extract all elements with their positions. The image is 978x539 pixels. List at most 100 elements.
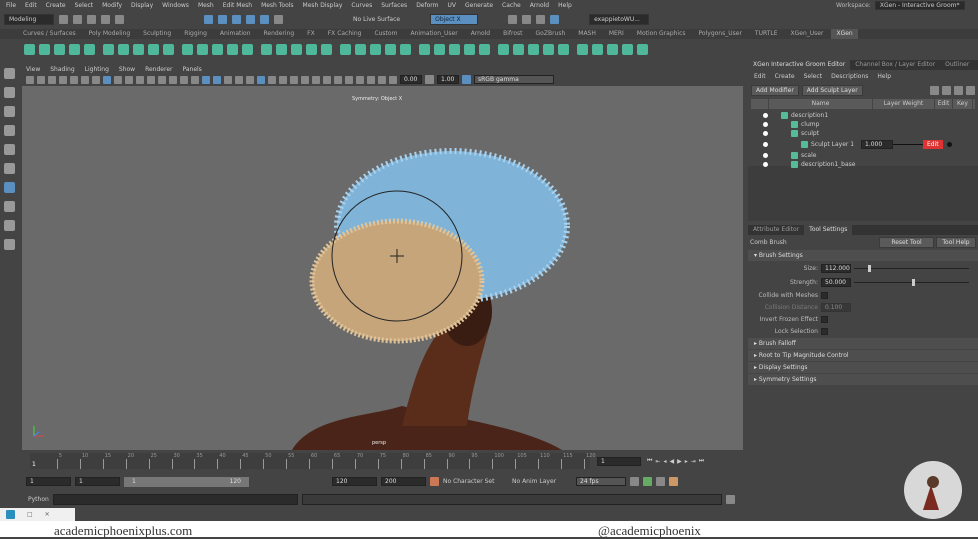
xgen-shelf-tool-icon[interactable]: [592, 43, 603, 55]
menu-edit[interactable]: Edit: [25, 2, 37, 9]
move-down-icon[interactable]: [942, 85, 951, 95]
viewport-tool-icon[interactable]: [257, 75, 265, 84]
xgen-shelf-tool-icon[interactable]: [163, 43, 174, 55]
redo-icon[interactable]: [115, 14, 124, 24]
visibility-toggle[interactable]: [763, 113, 768, 118]
playback-end-field[interactable]: 120: [332, 477, 377, 486]
shelf-tab[interactable]: Custom: [369, 29, 402, 39]
auto-key-icon[interactable]: [430, 477, 439, 486]
3d-viewport[interactable]: Symmetry: Object X persp: [22, 86, 743, 450]
shelf-tab[interactable]: Animation: [215, 29, 256, 39]
shelf-tab[interactable]: Motion Graphics: [632, 29, 691, 39]
shelf-tab[interactable]: Arnold: [466, 29, 495, 39]
workspace-selector[interactable]: Workspace: XGen - Interactive Groom*: [836, 1, 965, 10]
viewport-tool-icon[interactable]: [147, 75, 155, 84]
gamma-field[interactable]: 1.00: [437, 75, 459, 84]
viewport-menu-panels[interactable]: Panels: [182, 66, 201, 73]
menu-deform[interactable]: Deform: [416, 2, 438, 9]
animation-end-field[interactable]: 200: [381, 477, 426, 486]
sound-icon[interactable]: [643, 477, 652, 486]
menu-edit-mesh[interactable]: Edit Mesh: [223, 2, 252, 9]
undo-icon[interactable]: [101, 14, 110, 24]
snap-curve-icon[interactable]: [232, 14, 241, 24]
viewport-tool-icon[interactable]: [191, 75, 199, 84]
select-mode-icon[interactable]: [204, 14, 213, 24]
viewport-tool-icon[interactable]: [290, 75, 298, 84]
xgen-shelf-tool-icon[interactable]: [197, 43, 208, 55]
xgen-shelf-tool-icon[interactable]: [607, 43, 618, 55]
exposure-field[interactable]: 0.00: [400, 75, 422, 84]
animation-start-field[interactable]: 1: [26, 477, 71, 486]
shelf-tab[interactable]: Poly Modeling: [84, 29, 136, 39]
viewport-menu-renderer[interactable]: Renderer: [145, 66, 172, 73]
viewport-tool-icon[interactable]: [389, 75, 397, 84]
groom-menu-item[interactable]: Select: [804, 73, 823, 80]
select-tool-icon[interactable]: [4, 68, 15, 79]
script-editor-icon[interactable]: [725, 495, 735, 504]
shelf-tab[interactable]: Polygons_User: [694, 29, 747, 39]
viewport-tool-icon[interactable]: [37, 75, 45, 84]
xgen-shelf-tool-icon[interactable]: [261, 43, 272, 55]
menu-generate[interactable]: Generate: [465, 2, 493, 9]
collide-checkbox[interactable]: [821, 291, 828, 299]
xgen-shelf-tool-icon[interactable]: [340, 43, 351, 55]
viewport-tool-icon[interactable]: [48, 75, 56, 84]
menu-windows[interactable]: Windows: [162, 2, 189, 9]
viewport-tool-icon[interactable]: [334, 75, 342, 84]
collapsed-section[interactable]: ▸ Symmetry Settings: [748, 374, 978, 385]
viewport-tool-icon[interactable]: [224, 75, 232, 84]
python-label[interactable]: Python: [28, 496, 49, 503]
scale-tool-icon[interactable]: [4, 163, 15, 174]
viewport-tool-icon[interactable]: [59, 75, 67, 84]
shelf-tab[interactable]: FX: [302, 29, 320, 39]
render-icon[interactable]: [508, 14, 518, 24]
range-slider[interactable]: 1 120: [124, 476, 249, 487]
play-backward-icon[interactable]: ◀: [669, 458, 674, 465]
viewport-tool-icon[interactable]: [136, 75, 144, 84]
xgen-shelf-tool-icon[interactable]: [276, 43, 287, 55]
menu-file[interactable]: File: [6, 2, 16, 9]
menu-help[interactable]: Help: [558, 2, 572, 9]
xgen-shelf-tool-icon[interactable]: [419, 43, 430, 55]
maximize-icon[interactable]: □: [27, 511, 33, 518]
step-back-key-icon[interactable]: ⇤: [655, 458, 660, 465]
tree-node[interactable]: clump: [751, 120, 975, 129]
viewport-tool-icon[interactable]: [323, 75, 331, 84]
brush-settings-section[interactable]: ▾ Brush Settings: [748, 250, 978, 261]
live-surface-label[interactable]: No Live Surface: [353, 16, 400, 23]
user-account-dropdown[interactable]: exappietoWU...: [589, 13, 650, 25]
viewport-tool-icon[interactable]: [279, 75, 287, 84]
xgen-shelf-tool-icon[interactable]: [513, 43, 524, 55]
tab-tool-settings[interactable]: Attribute Editor: [748, 225, 804, 235]
save-scene-icon[interactable]: [87, 14, 96, 24]
xgen-shelf-tool-icon[interactable]: [103, 43, 114, 55]
size-field[interactable]: 112.000: [821, 263, 851, 273]
tree-node[interactable]: Sculpt Layer 1 1.000 Edit: [751, 138, 975, 151]
layer-weight-field[interactable]: 1.000: [861, 140, 893, 149]
rotate-tool-icon[interactable]: [4, 144, 15, 155]
tree-node[interactable]: scale: [751, 151, 975, 160]
xgen-shelf-tool-icon[interactable]: [622, 43, 633, 55]
viewport-tool-icon[interactable]: [81, 75, 89, 84]
xgen-shelf-tool-icon[interactable]: [24, 43, 35, 55]
move-up-icon[interactable]: [930, 85, 939, 95]
viewport-tool-icon[interactable]: [92, 75, 100, 84]
move-tool-icon[interactable]: [4, 125, 15, 136]
tree-node[interactable]: sculpt: [751, 129, 975, 138]
loop-icon[interactable]: [630, 477, 639, 486]
strength-slider[interactable]: [854, 278, 969, 286]
key-icon[interactable]: [946, 142, 952, 147]
preferences-icon[interactable]: [669, 477, 678, 486]
xgen-shelf-tool-icon[interactable]: [242, 43, 253, 55]
delete-icon[interactable]: [966, 85, 975, 95]
xgen-shelf-tool-icon[interactable]: [385, 43, 396, 55]
size-slider[interactable]: [854, 264, 969, 272]
viewport-tool-icon[interactable]: [213, 75, 221, 84]
shelf-tab[interactable]: FX Caching: [323, 29, 367, 39]
add-modifier-button[interactable]: Add Modifier: [751, 84, 799, 96]
visibility-toggle[interactable]: [763, 162, 768, 167]
hypershade-icon[interactable]: [550, 14, 560, 24]
step-back-icon[interactable]: ◂: [663, 458, 666, 465]
tab-groom-editor[interactable]: Channel Box / Layer Editor: [850, 60, 940, 70]
xgen-shelf-tool-icon[interactable]: [528, 43, 539, 55]
